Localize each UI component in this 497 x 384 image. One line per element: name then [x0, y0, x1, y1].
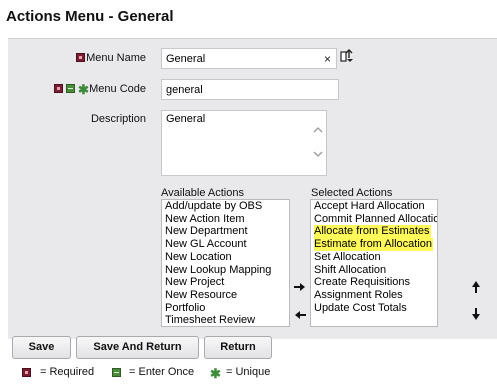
list-item[interactable]: New Project [165, 276, 286, 289]
scroll-up-icon[interactable] [313, 125, 323, 135]
list-item[interactable]: Timesheet Review [165, 314, 286, 326]
menu-code-input[interactable]: general [161, 79, 339, 100]
legend-enter-once: = Enter Once [129, 366, 195, 378]
save-and-return-button[interactable]: Save And Return [76, 336, 199, 359]
required-icon [22, 368, 31, 377]
list-item[interactable]: Assignment Roles [314, 289, 403, 301]
list-item[interactable]: New GL Account [165, 238, 286, 251]
list-item[interactable]: Create Requisitions [314, 276, 410, 288]
list-row: Assignment Roles [314, 289, 434, 302]
list-item-selected[interactable]: Estimate from Allocation [314, 238, 433, 251]
clear-icon[interactable]: × [324, 52, 331, 66]
list-row: Commit Planned Allocation [314, 213, 437, 226]
list-row: Shift Allocation [314, 264, 434, 277]
required-icon [54, 84, 63, 93]
move-left-arrow-icon[interactable] [294, 310, 306, 320]
list-row: Accept Hard Allocation [314, 200, 434, 213]
menu-code-label: Menu Code [89, 83, 146, 95]
list-item[interactable]: New Action Item [165, 213, 286, 226]
browse-lookup-icon[interactable] [340, 49, 354, 63]
selected-actions-list[interactable]: Accept Hard Allocation Commit Planned Al… [310, 199, 438, 327]
list-item[interactable]: Update Cost Totals [314, 302, 407, 314]
unique-asterisk-icon: ✱ [210, 366, 221, 381]
menu-name-label: Menu Name [86, 52, 146, 64]
menu-name-value: General [166, 53, 206, 65]
list-row: Update Cost Totals [314, 302, 434, 315]
list-item[interactable]: New Resource [165, 289, 286, 302]
list-item[interactable]: Add/update by OBS [165, 200, 286, 213]
list-row: Set Allocation [314, 251, 434, 264]
list-row: Create Requisitions [314, 276, 434, 289]
list-item[interactable]: New Lookup Mapping [165, 264, 286, 277]
enter-once-icon [112, 368, 121, 377]
available-actions-caption: Available Actions [161, 187, 244, 199]
description-value: General [166, 113, 206, 125]
move-right-arrow-icon[interactable] [294, 282, 306, 292]
page-title: Actions Menu - General [6, 8, 174, 25]
save-button[interactable]: Save [12, 336, 71, 359]
unique-asterisk-icon: ✱ [78, 82, 89, 97]
selected-actions-caption: Selected Actions [311, 187, 393, 199]
list-item-selected[interactable]: Allocate from Estimates [314, 225, 431, 239]
list-row: Allocate from Estimates [314, 225, 434, 239]
list-item[interactable]: Portfolio [165, 302, 286, 315]
list-item[interactable]: Commit Planned Allocation [314, 213, 437, 225]
move-up-arrow-icon[interactable] [471, 281, 481, 293]
list-item[interactable]: Shift Allocation [314, 264, 386, 276]
return-button[interactable]: Return [204, 336, 272, 359]
move-down-arrow-icon[interactable] [471, 308, 481, 320]
enter-once-icon [66, 84, 75, 93]
list-row: Estimate from Allocation [314, 238, 434, 251]
available-actions-list[interactable]: Add/update by OBS New Action Item New De… [161, 199, 290, 327]
list-item[interactable]: Accept Hard Allocation [314, 200, 425, 212]
list-item[interactable]: Set Allocation [314, 251, 381, 263]
legend-required: = Required [40, 366, 95, 378]
description-label: Description [90, 113, 146, 125]
legend-unique: = Unique [226, 366, 271, 378]
menu-code-value: general [166, 84, 203, 96]
list-item[interactable]: New Location [165, 251, 286, 264]
list-item[interactable]: New Department [165, 225, 286, 238]
scroll-down-icon[interactable] [313, 149, 323, 159]
description-textarea[interactable]: General [161, 110, 327, 176]
menu-name-input[interactable]: General × [161, 48, 337, 69]
